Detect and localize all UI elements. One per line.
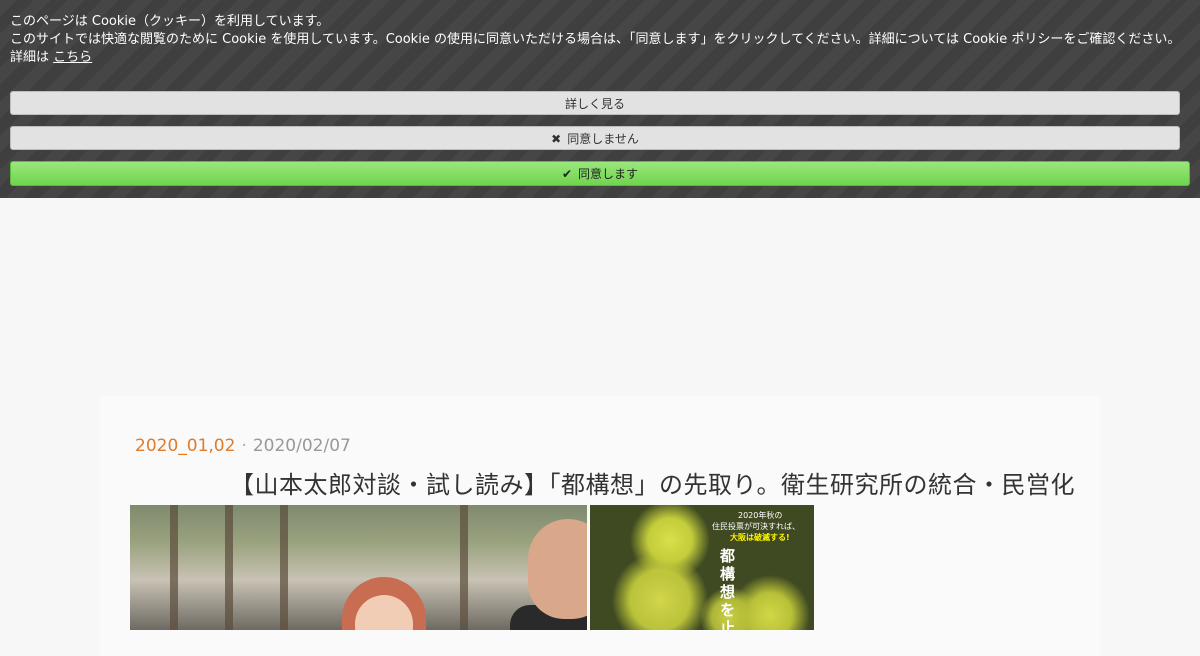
book-cover-caption: 大阪は破滅する! <box>730 533 790 542</box>
decline-button[interactable]: ✖ 同意しません <box>10 126 1180 150</box>
cookie-notice-details: 詳細は こちら <box>10 49 92 66</box>
details-prefix: 詳細は <box>10 50 50 65</box>
accept-button[interactable]: ✔ 同意します <box>10 161 1190 186</box>
book-cover-caption: 住民投票が可決すれば、 <box>712 522 800 531</box>
learn-more-button[interactable]: 詳しく見る <box>10 91 1180 115</box>
cookie-consent-banner: このページは Cookie（クッキー）を利用しています。 このサイトでは快適な閲… <box>0 0 1200 198</box>
book-cover-caption: 2020年秋の <box>738 511 783 520</box>
details-link[interactable]: こちら <box>53 50 92 65</box>
book-cover-title: 都構想を止め <box>720 547 736 630</box>
article-date: 2020/02/07 <box>252 436 351 456</box>
close-x-icon: ✖ <box>551 132 562 146</box>
article-category-link[interactable]: 2020_01,02 <box>135 436 235 456</box>
article-meta: 2020_01,02 · 2020/02/07 <box>135 436 351 456</box>
learn-more-label: 詳しく見る <box>564 97 625 111</box>
accept-label: 同意します <box>578 167 639 181</box>
article-photo <box>130 505 587 630</box>
checkmark-icon: ✔ <box>561 167 573 181</box>
cookie-notice-text: このサイトでは快適な閲覧のために Cookie を使用しています。Cookie … <box>10 32 1181 47</box>
decline-label: 同意しません <box>567 132 639 146</box>
article-title[interactable]: 【山本太郎対談・試し読み】「都構想」の先取り。衛生研究所の統合・民営化 <box>230 465 1075 500</box>
cookie-notice-heading: このページは Cookie（クッキー）を利用しています。 <box>10 14 330 29</box>
book-cover-image: 2020年秋の 住民投票が可決すれば、 大阪は破滅する! 都構想を止め <box>590 505 814 630</box>
photo-tree <box>225 505 233 630</box>
photo-tree <box>170 505 178 630</box>
photo-tree <box>460 505 468 630</box>
meta-separator: · <box>241 436 247 456</box>
photo-tree <box>280 505 288 630</box>
photo-person-face <box>528 519 587 619</box>
